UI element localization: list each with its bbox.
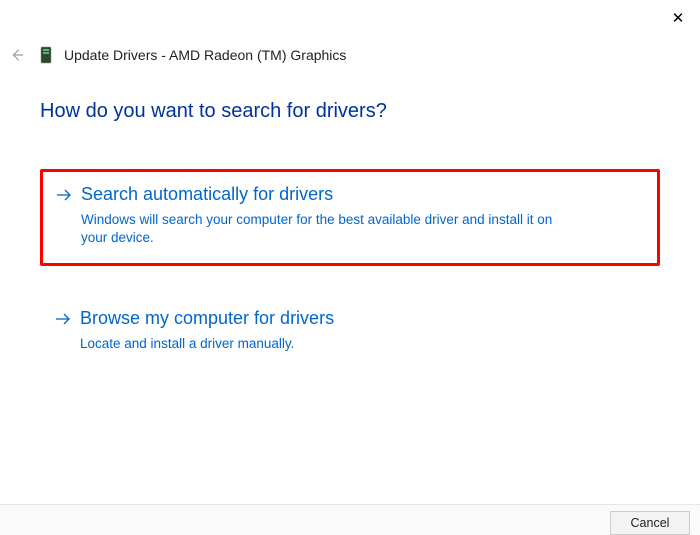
option-search-automatically[interactable]: Search automatically for drivers Windows…	[40, 169, 660, 266]
option-description: Locate and install a driver manually.	[80, 335, 570, 353]
option-title-row: Browse my computer for drivers	[54, 308, 646, 329]
cancel-button[interactable]: Cancel	[610, 511, 690, 535]
option-description: Windows will search your computer for th…	[81, 211, 571, 247]
page-heading: How do you want to search for drivers?	[40, 100, 660, 123]
option-title-row: Search automatically for drivers	[55, 184, 645, 205]
option-title: Browse my computer for drivers	[80, 308, 334, 329]
back-arrow-icon	[10, 48, 24, 62]
content-area: How do you want to search for drivers? S…	[40, 100, 660, 396]
close-button[interactable]: ✕	[664, 4, 692, 32]
window-title: Update Drivers - AMD Radeon (TM) Graphic…	[64, 47, 346, 63]
arrow-right-icon	[55, 186, 73, 204]
arrow-right-icon	[54, 310, 72, 328]
device-icon	[38, 46, 54, 64]
close-icon: ✕	[672, 9, 685, 27]
option-title: Search automatically for drivers	[81, 184, 333, 205]
footer-bar: Cancel	[0, 504, 700, 535]
back-button[interactable]	[6, 44, 28, 66]
title-row: Update Drivers - AMD Radeon (TM) Graphic…	[6, 44, 346, 66]
option-browse-computer[interactable]: Browse my computer for drivers Locate an…	[40, 308, 660, 353]
